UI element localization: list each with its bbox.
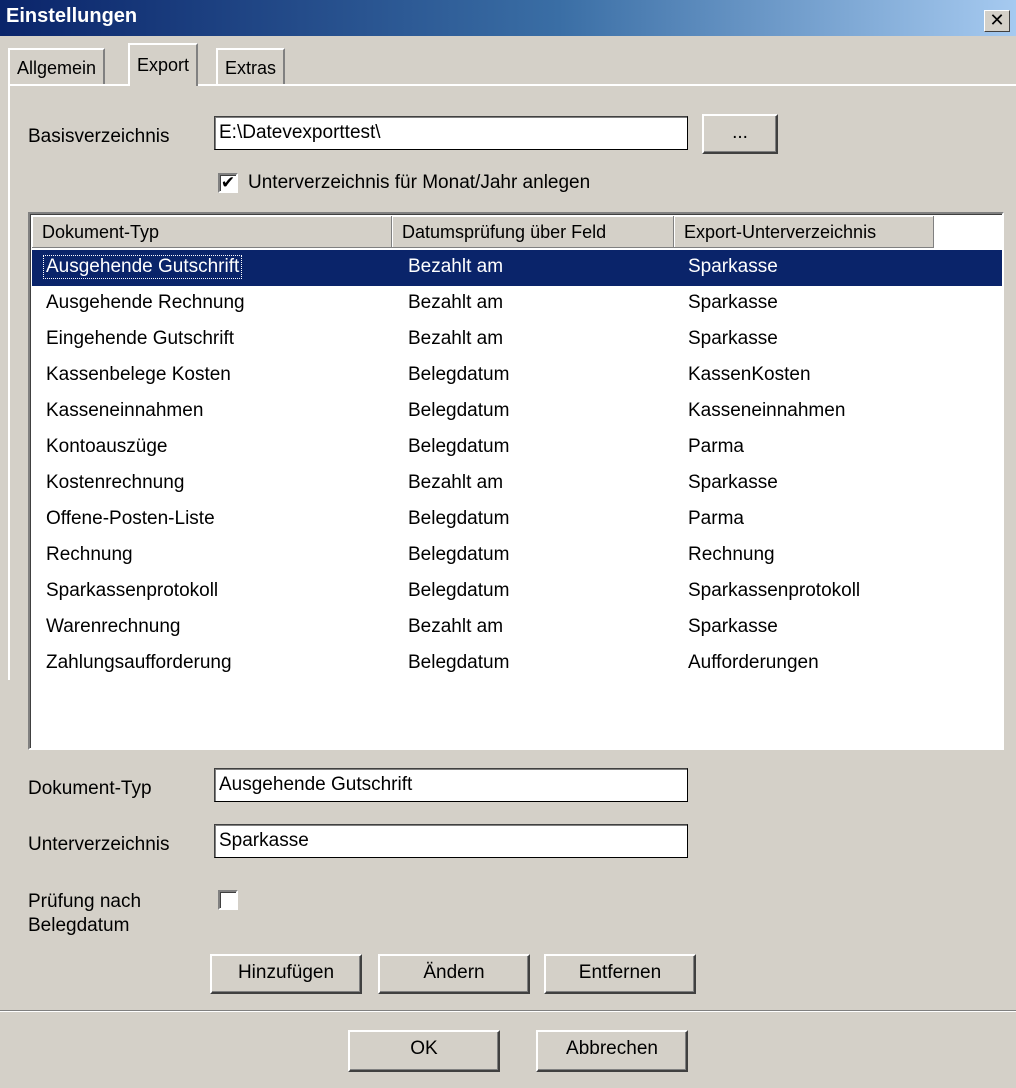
cell-date-check: Bezahlt am: [408, 292, 504, 313]
cell-doc-type: Kostenrechnung: [46, 472, 185, 493]
cell-export-subdir: Sparkassenprotokoll: [688, 580, 861, 601]
list-row[interactable]: Kostenrechnung Bezahlt am Sparkasse: [32, 466, 1002, 502]
cell-export-subdir: Sparkasse: [688, 256, 778, 277]
add-button[interactable]: Hinzufügen: [210, 954, 362, 994]
cell-date-check: Belegdatum: [408, 652, 510, 673]
change-button[interactable]: Ändern: [378, 954, 530, 994]
subdir-checkbox-label: Unterverzeichnis für Monat/Jahr anlegen: [248, 172, 591, 193]
document-type-list[interactable]: Dokument-Typ Datumsprüfung über Feld Exp…: [28, 212, 1004, 750]
cell-date-check: Belegdatum: [408, 364, 510, 385]
cell-export-subdir: Kasseneinnahmen: [688, 400, 846, 421]
tab-label: Export: [137, 55, 190, 75]
cell-doc-type: Rechnung: [46, 544, 133, 565]
cell-date-check: Belegdatum: [408, 436, 510, 457]
list-row[interactable]: Ausgehende Gutschrift Bezahlt am Sparkasse: [32, 250, 1002, 286]
window-title: Einstellungen: [6, 5, 138, 27]
cell-date-check: Bezahlt am: [408, 328, 504, 349]
check-belegdatum-checkbox[interactable]: [218, 890, 238, 910]
cell-date-check: Belegdatum: [408, 400, 510, 421]
cell-export-subdir: Parma: [688, 508, 744, 529]
cell-doc-type: Ausgehende Rechnung: [46, 292, 245, 313]
check-belegdatum-label: Prüfung nach Belegdatum: [28, 890, 141, 938]
column-header-date-check[interactable]: Datumsprüfung über Feld: [392, 216, 674, 248]
list-row[interactable]: Eingehende Gutschrift Bezahlt am Sparkasse: [32, 322, 1002, 358]
list-row[interactable]: Kasseneinnahmen Belegdatum Kasseneinnahmen: [32, 394, 1002, 430]
cell-export-subdir: Aufforderungen: [688, 652, 819, 673]
list-row[interactable]: Warenrechnung Bezahlt am Sparkasse: [32, 610, 1002, 646]
cell-doc-type: Ausgehende Gutschrift: [42, 255, 243, 279]
list-row[interactable]: Rechnung Belegdatum Rechnung: [32, 538, 1002, 574]
footer-separator: [0, 1010, 1016, 1012]
subdir-checkbox[interactable]: ✔: [218, 173, 238, 193]
subdir-input[interactable]: Sparkasse: [214, 824, 688, 858]
cell-export-subdir: Parma: [688, 436, 744, 457]
cell-doc-type: Kassenbelege Kosten: [46, 364, 231, 385]
list-header: Dokument-Typ Datumsprüfung über Feld Exp…: [32, 216, 1002, 248]
remove-button[interactable]: Entfernen: [544, 954, 696, 994]
checkmark-icon: ✔: [220, 173, 236, 192]
close-icon: ✕: [989, 10, 1005, 30]
tab-allgemein[interactable]: Allgemein: [8, 48, 106, 84]
tab-label: Extras: [225, 58, 277, 78]
close-button[interactable]: ✕: [984, 10, 1010, 32]
cell-export-subdir: Rechnung: [688, 544, 775, 565]
cell-date-check: Belegdatum: [408, 544, 510, 565]
check-label-line1: Prüfung nach: [28, 891, 142, 912]
tab-export[interactable]: Export: [128, 43, 199, 86]
list-row[interactable]: Kassenbelege Kosten Belegdatum KassenKoste…: [32, 358, 1002, 394]
cell-date-check: Belegdatum: [408, 580, 510, 601]
title-bar: Einstellungen ✕: [0, 0, 1016, 36]
list-row[interactable]: Sparkassenprotokoll Belegdatum Sparkassenp…: [32, 574, 1002, 610]
doc-type-input[interactable]: Ausgehende Gutschrift: [214, 768, 688, 802]
cell-doc-type: Sparkassenprotokoll: [46, 580, 219, 601]
browse-button[interactable]: ...: [702, 114, 778, 154]
cell-date-check: Bezahlt am: [408, 616, 504, 637]
subdir-label: Unterverzeichnis: [28, 834, 170, 855]
cell-doc-type: Offene-Posten-Liste: [46, 508, 215, 529]
tab-label: Allgemein: [17, 58, 97, 78]
list-row[interactable]: Offene-Posten-Liste Belegdatum Parma: [32, 502, 1002, 538]
cell-doc-type: Kontoauszüge: [46, 436, 168, 457]
cancel-button[interactable]: Abbrechen: [536, 1030, 688, 1072]
list-row[interactable]: Kontoauszüge Belegdatum Parma: [32, 430, 1002, 466]
cell-date-check: Bezahlt am: [408, 472, 504, 493]
cell-doc-type: Kasseneinnahmen: [46, 400, 204, 421]
cell-export-subdir: Sparkasse: [688, 616, 778, 637]
column-header-export-subdir[interactable]: Export-Unterverzeichnis: [674, 216, 934, 248]
list-row[interactable]: Zahlungsaufforderung Belegdatum Aufforderu…: [32, 646, 1002, 682]
cell-export-subdir: Sparkasse: [688, 472, 778, 493]
cell-doc-type: Warenrechnung: [46, 616, 181, 637]
cell-export-subdir: Sparkasse: [688, 328, 778, 349]
cell-export-subdir: Sparkasse: [688, 292, 778, 313]
base-dir-label: Basisverzeichnis: [28, 126, 170, 147]
cell-doc-type: Eingehende Gutschrift: [46, 328, 235, 349]
base-dir-input[interactable]: E:\Datevexporttest\: [214, 116, 688, 150]
cell-date-check: Belegdatum: [408, 508, 510, 529]
check-label-line2: Belegdatum: [28, 915, 130, 936]
ok-button[interactable]: OK: [348, 1030, 500, 1072]
column-header-doc-type[interactable]: Dokument-Typ: [32, 216, 392, 248]
doc-type-label: Dokument-Typ: [28, 778, 152, 799]
cell-doc-type: Zahlungsaufforderung: [46, 652, 232, 673]
list-row[interactable]: Ausgehende Rechnung Bezahlt am Sparkasse: [32, 286, 1002, 322]
cell-date-check: Bezahlt am: [408, 256, 504, 277]
tab-extras[interactable]: Extras: [216, 48, 286, 84]
cell-export-subdir: KassenKosten: [688, 364, 811, 385]
